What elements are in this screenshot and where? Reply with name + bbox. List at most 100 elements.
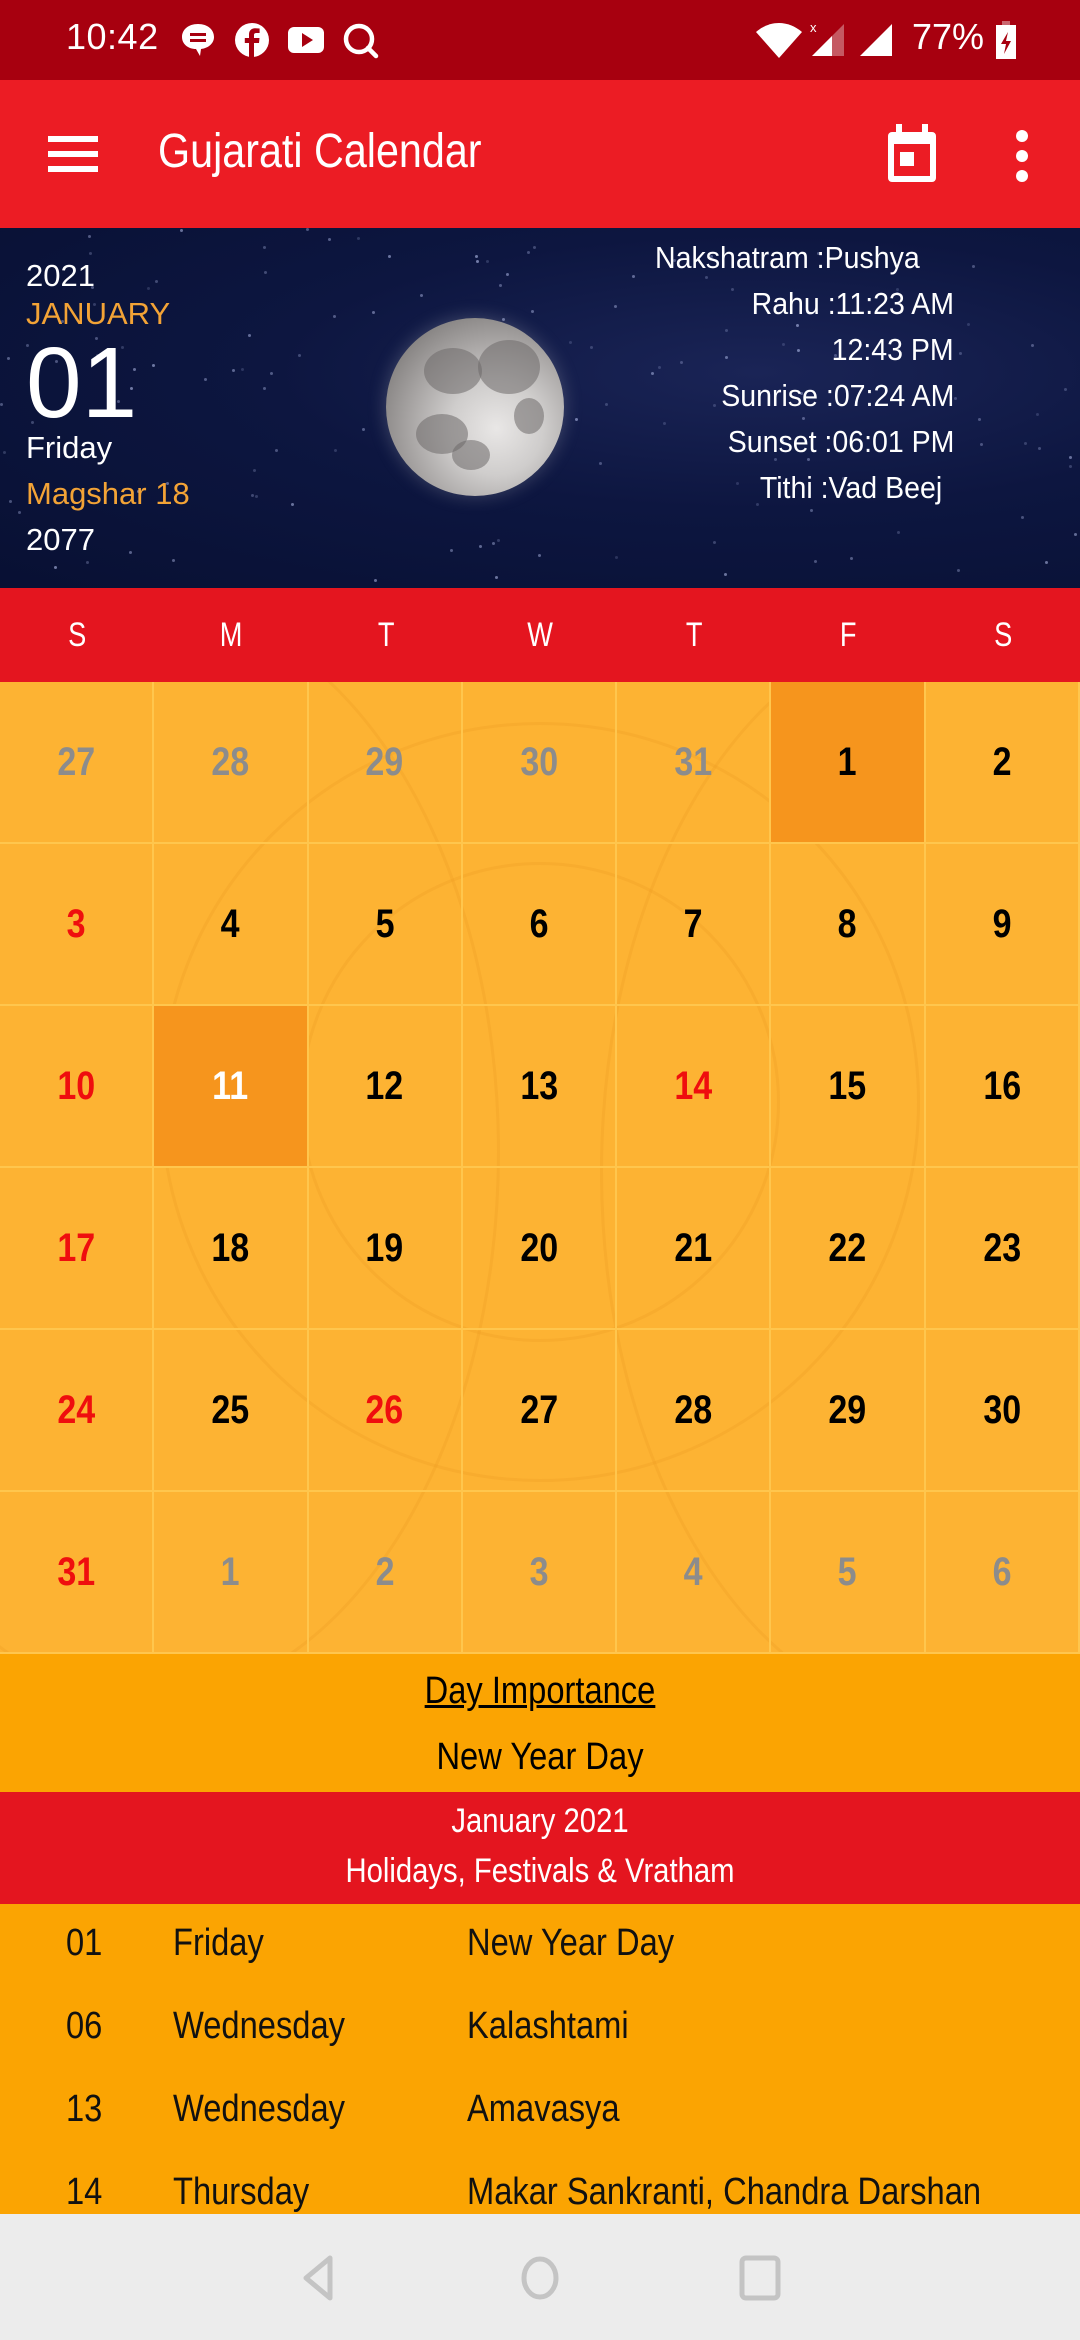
status-bar: 10:42 x 77% bbox=[0, 0, 1080, 80]
calendar-day[interactable]: 18 bbox=[154, 1168, 309, 1330]
calendar-day[interactable]: 28 bbox=[617, 1330, 772, 1492]
calendar-day-selected[interactable]: 1 bbox=[771, 682, 926, 844]
calendar-day[interactable]: 12 bbox=[308, 1006, 463, 1168]
weekday-label: T bbox=[685, 616, 703, 654]
holiday-weekday: Friday bbox=[173, 1922, 264, 1964]
calendar-day[interactable]: 8 bbox=[771, 844, 926, 1006]
calendar-day-number: 23 bbox=[982, 1225, 1021, 1270]
holidays-heading: Holidays, Festivals & Vratham bbox=[345, 1852, 735, 1890]
app-bar: Gujarati Calendar bbox=[0, 80, 1080, 228]
more-vert-icon[interactable] bbox=[1008, 128, 1036, 184]
holiday-row[interactable]: 13 Wednesday Amavasya bbox=[0, 2070, 1080, 2153]
calendar-day[interactable]: 6 bbox=[925, 1492, 1080, 1654]
calendar-day[interactable]: 27 bbox=[462, 1330, 618, 1492]
calendar-day-number: 3 bbox=[529, 1549, 549, 1594]
calendar-day[interactable]: 30 bbox=[462, 682, 618, 844]
calendar-day[interactable]: 5 bbox=[308, 844, 463, 1006]
chat-icon bbox=[182, 24, 214, 56]
calendar-day-number: 7 bbox=[683, 901, 703, 946]
holiday-date: 13 bbox=[66, 2088, 103, 2130]
holiday-row[interactable]: 01 Friday New Year Day bbox=[0, 1904, 1080, 1987]
calendar-day[interactable]: 29 bbox=[771, 1330, 926, 1492]
header-weekday: Friday bbox=[26, 430, 113, 465]
calendar-day-number: 28 bbox=[674, 1387, 713, 1432]
calendar-day-number: 28 bbox=[211, 739, 250, 784]
calendar-day-number: 27 bbox=[520, 1387, 558, 1432]
calendar-day[interactable]: 27 bbox=[0, 682, 155, 844]
calendar-day-number: 10 bbox=[57, 1063, 96, 1108]
calendar-day[interactable]: 6 bbox=[462, 844, 618, 1006]
calendar-day[interactable]: 31 bbox=[617, 682, 772, 844]
info-label: Sunset : bbox=[727, 424, 832, 459]
info-label: Nakshatram : bbox=[655, 240, 825, 275]
recents-icon[interactable] bbox=[736, 2254, 784, 2302]
calendar-day[interactable]: 30 bbox=[925, 1330, 1080, 1492]
day-importance-title[interactable]: Day Importance bbox=[76, 1670, 1005, 1713]
rahu-end-row: 12:43 PM bbox=[832, 332, 954, 368]
header-gujarati-date: Magshar 18 bbox=[26, 476, 190, 511]
holiday-date: 14 bbox=[66, 2171, 103, 2213]
info-label: Sunrise : bbox=[720, 378, 834, 413]
calendar-day[interactable]: 23 bbox=[925, 1168, 1080, 1330]
calendar-day-number: 20 bbox=[520, 1225, 558, 1270]
calendar-day[interactable]: 3 bbox=[0, 844, 155, 1006]
day-importance-value: New Year Day bbox=[436, 1736, 644, 1778]
calendar-day[interactable]: 15 bbox=[771, 1006, 926, 1168]
calendar-day[interactable]: 4 bbox=[617, 1492, 772, 1654]
calendar-day[interactable]: 2 bbox=[925, 682, 1080, 844]
calendar-day[interactable]: 14 bbox=[617, 1006, 772, 1168]
calendar-day-number: 27 bbox=[57, 739, 96, 784]
calendar-day[interactable]: 10 bbox=[0, 1006, 155, 1168]
calendar-day[interactable]: 22 bbox=[771, 1168, 926, 1330]
calendar-day[interactable]: 1 bbox=[154, 1492, 309, 1654]
calendar-day[interactable]: 5 bbox=[771, 1492, 926, 1654]
signal-icon bbox=[860, 24, 892, 56]
calendar-today-icon[interactable] bbox=[884, 122, 940, 186]
app-title: Gujarati Calendar bbox=[158, 125, 482, 178]
calendar-day[interactable]: 19 bbox=[308, 1168, 463, 1330]
holiday-event: Makar Sankranti, Chandra Darshan bbox=[467, 2171, 982, 2213]
wifi-icon bbox=[756, 23, 802, 58]
calendar-day[interactable]: 29 bbox=[308, 682, 463, 844]
info-value: 07:24 AM bbox=[833, 378, 954, 413]
calendar-day[interactable]: 17 bbox=[0, 1168, 155, 1330]
home-icon[interactable] bbox=[516, 2254, 564, 2302]
calendar-day-number: 2 bbox=[992, 739, 1012, 784]
calendar-day-today[interactable]: 11 bbox=[154, 1006, 309, 1168]
weekday-header: S M T W T F S bbox=[0, 588, 1080, 682]
youtube-icon bbox=[288, 27, 324, 53]
battery-charging-icon bbox=[996, 21, 1016, 59]
calendar-day[interactable]: 24 bbox=[0, 1330, 155, 1492]
holiday-row[interactable]: 14 Thursday Makar Sankranti, Chandra Dar… bbox=[0, 2153, 1080, 2214]
back-icon[interactable] bbox=[296, 2254, 344, 2302]
calendar-day[interactable]: 31 bbox=[0, 1492, 155, 1654]
calendar-day[interactable]: 3 bbox=[462, 1492, 618, 1654]
calendar-day[interactable]: 16 bbox=[925, 1006, 1080, 1168]
calendar-day[interactable]: 26 bbox=[308, 1330, 463, 1492]
header-gujarati-year: 2077 bbox=[26, 522, 95, 557]
hamburger-menu-icon[interactable] bbox=[48, 136, 98, 172]
calendar-day[interactable]: 7 bbox=[617, 844, 772, 1006]
calendar-day[interactable]: 4 bbox=[154, 844, 309, 1006]
search-app-icon bbox=[343, 23, 379, 59]
weekday-label: W bbox=[527, 616, 553, 654]
calendar-day[interactable]: 28 bbox=[154, 682, 309, 844]
weekday-label: F bbox=[840, 616, 857, 654]
calendar-day-number: 6 bbox=[529, 901, 549, 946]
calendar-day-number: 26 bbox=[365, 1387, 404, 1432]
svg-text:x: x bbox=[810, 20, 817, 35]
facebook-icon bbox=[235, 23, 269, 57]
holiday-row[interactable]: 06 Wednesday Kalashtami bbox=[0, 1987, 1080, 2070]
calendar-day[interactable]: 13 bbox=[462, 1006, 618, 1168]
calendar-day[interactable]: 25 bbox=[154, 1330, 309, 1492]
weekday-label: M bbox=[220, 616, 243, 654]
calendar-day[interactable]: 9 bbox=[925, 844, 1080, 1006]
calendar-day[interactable]: 20 bbox=[462, 1168, 618, 1330]
calendar-day[interactable]: 2 bbox=[308, 1492, 463, 1654]
calendar-day-number: 30 bbox=[982, 1387, 1021, 1432]
sunset-row: Sunset :06:01 PM bbox=[727, 424, 954, 460]
info-value: 12:43 PM bbox=[831, 332, 954, 367]
calendar-day[interactable]: 21 bbox=[617, 1168, 772, 1330]
weekday-label: S bbox=[993, 616, 1012, 654]
holiday-list[interactable]: 01 Friday New Year Day 06 Wednesday Kala… bbox=[0, 1904, 1080, 2214]
